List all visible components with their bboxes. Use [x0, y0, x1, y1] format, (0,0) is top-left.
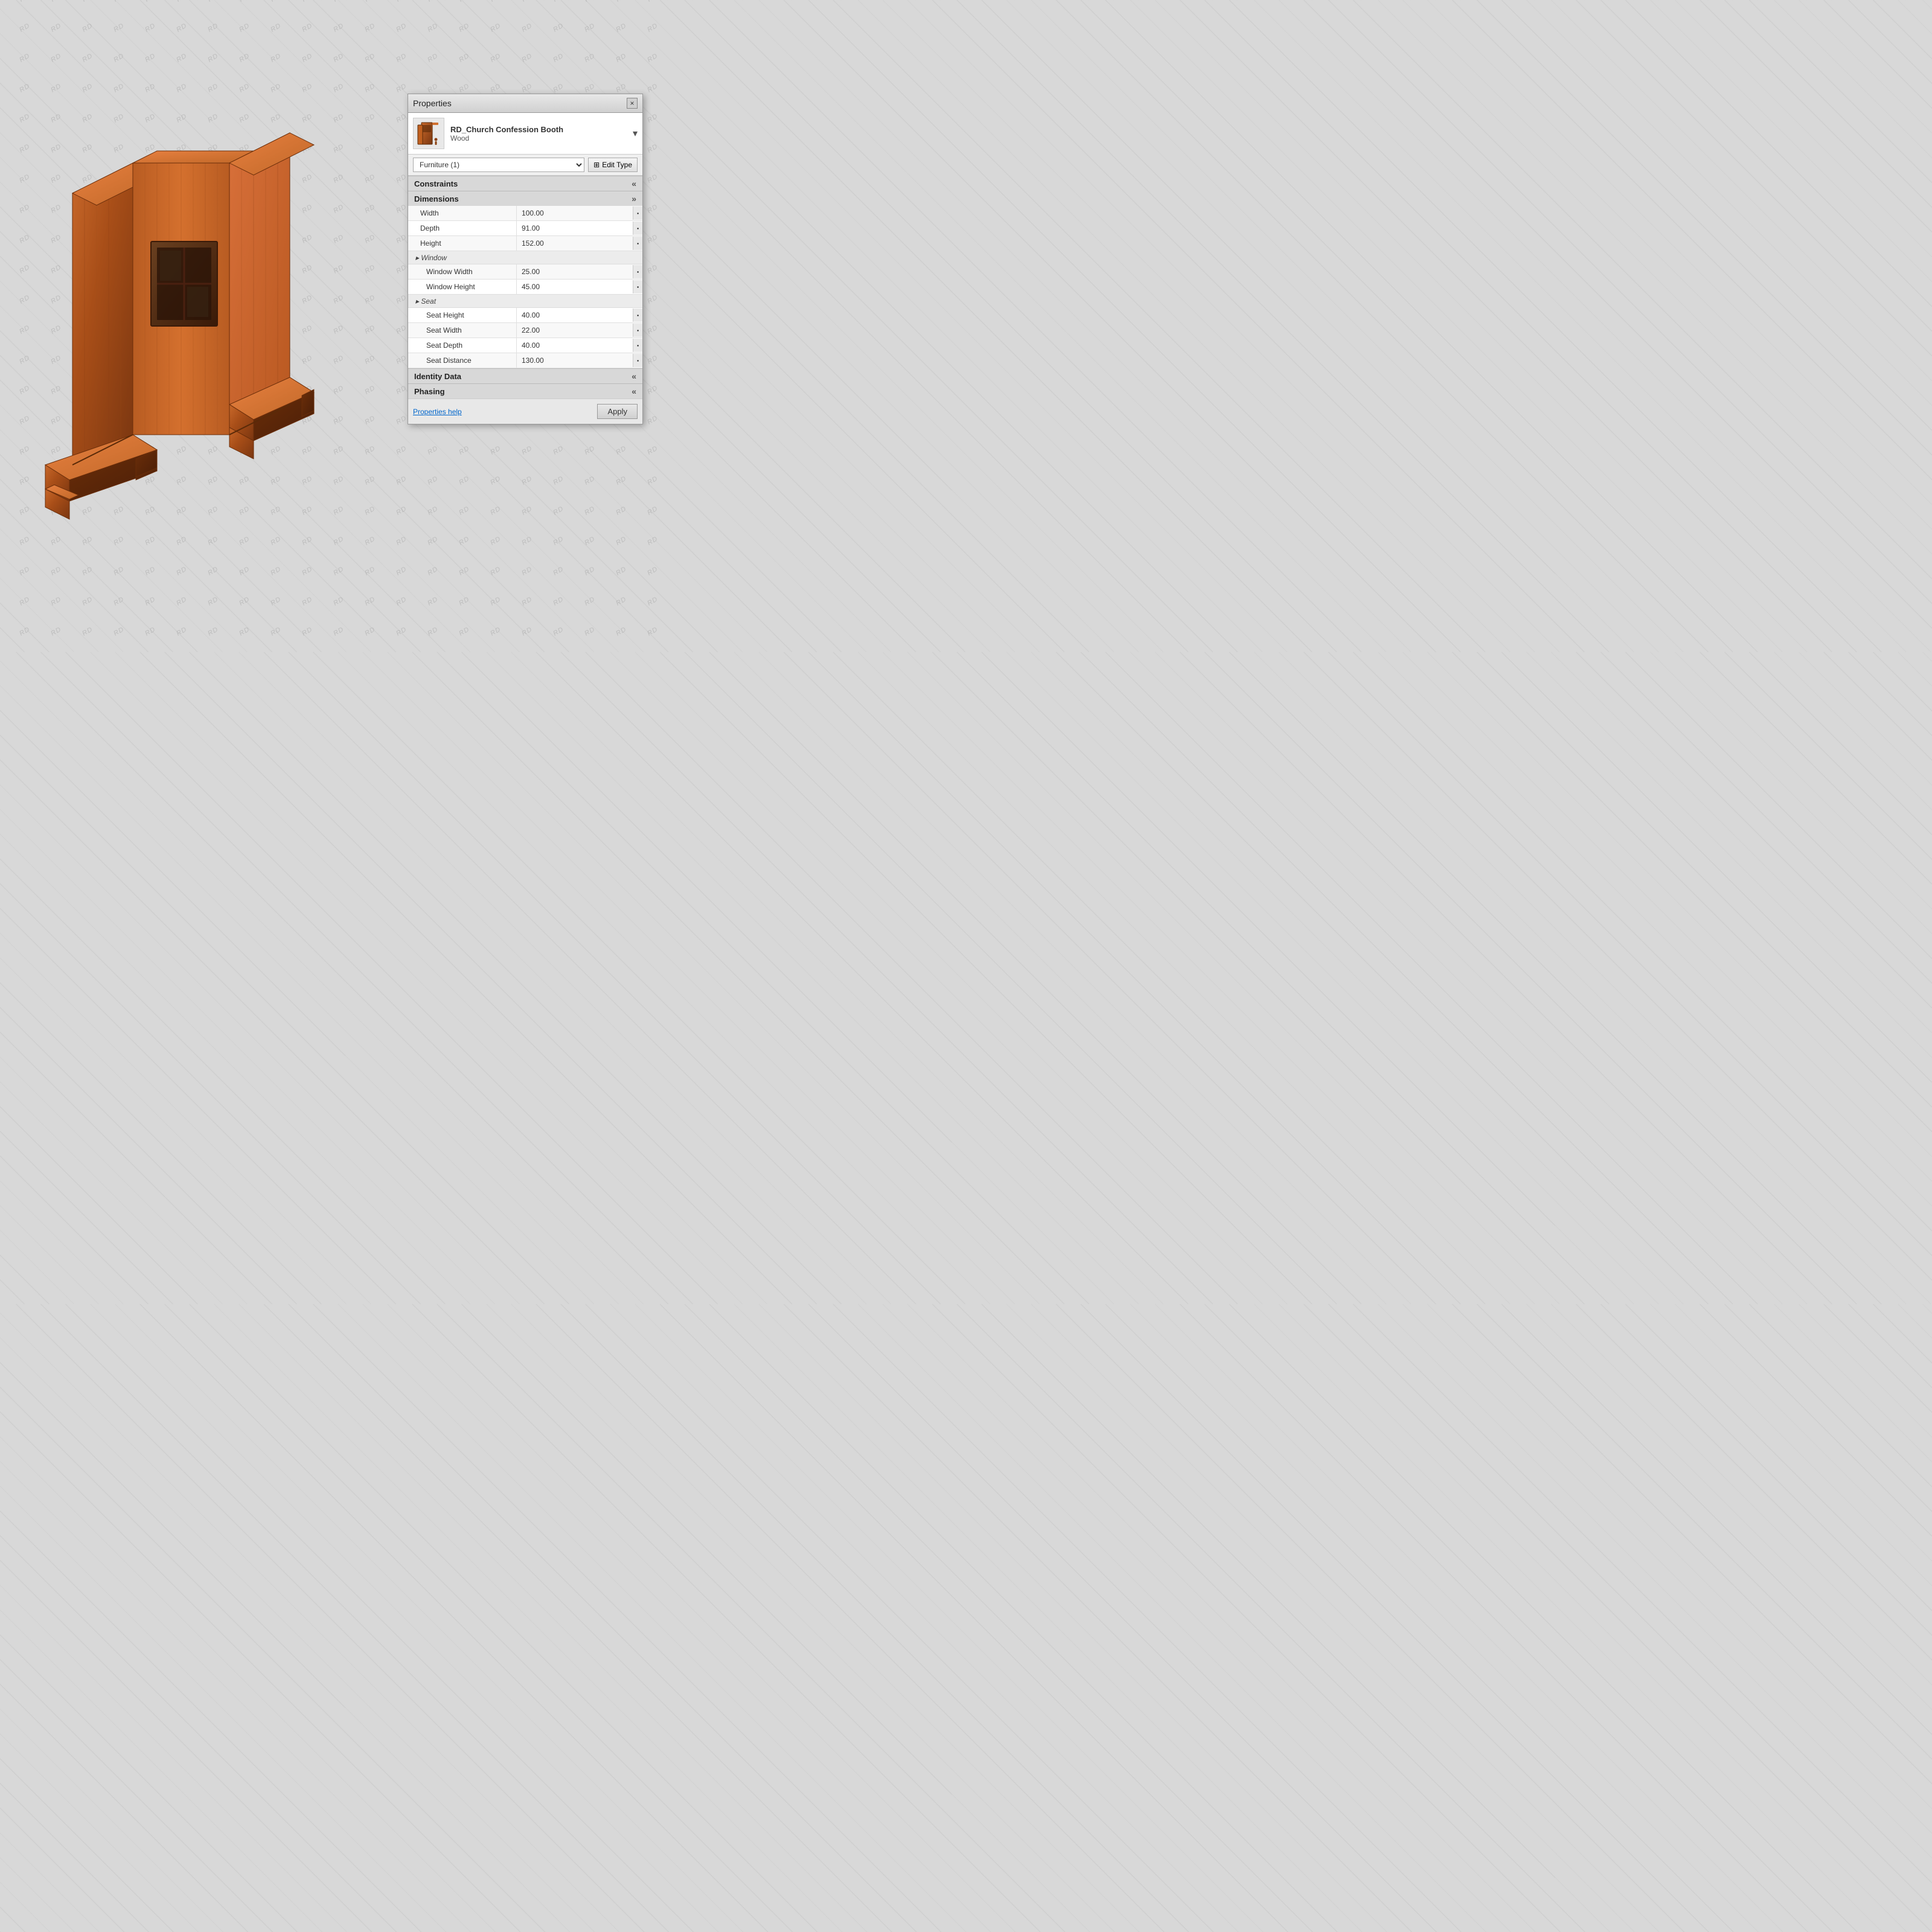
seat-depth-value: 40.00: [517, 339, 633, 351]
panel-footer: Properties help Apply: [408, 398, 642, 424]
property-row-seat-distance: Seat Distance 130.00 ▪: [408, 353, 642, 368]
close-button[interactable]: ×: [627, 98, 638, 109]
dimensions-collapse-icon: »: [632, 194, 636, 203]
seat-distance-edit-btn[interactable]: ▪: [633, 354, 642, 367]
window-width-value: 25.00: [517, 266, 633, 278]
seat-height-edit-btn[interactable]: ▪: [633, 309, 642, 322]
window-width-label: Window Width: [408, 264, 517, 279]
seat-height-value: 40.00: [517, 309, 633, 321]
seat-height-label: Seat Height: [408, 308, 517, 322]
panel-header: RD_Church Confession Booth Wood ▾: [408, 113, 642, 155]
property-row-width: Width 100.00 ▪: [408, 206, 642, 221]
apply-button[interactable]: Apply: [597, 404, 638, 419]
height-edit-btn[interactable]: ▪: [633, 237, 642, 250]
type-dropdown[interactable]: Furniture (1): [413, 158, 584, 172]
type-selector-row: Furniture (1) ⊞ Edit Type: [408, 155, 642, 176]
panel-titlebar[interactable]: Properties ×: [408, 94, 642, 113]
seat-width-value: 22.00: [517, 324, 633, 336]
dimensions-label: Dimensions: [414, 194, 459, 203]
item-name-sub: Wood: [450, 134, 627, 142]
edit-type-label: Edit Type: [602, 161, 632, 169]
dimensions-section-header[interactable]: Dimensions »: [408, 191, 642, 206]
properties-panel: Properties ×: [408, 94, 643, 424]
item-dropdown-arrow[interactable]: ▾: [633, 127, 638, 139]
width-edit-btn[interactable]: ▪: [633, 206, 642, 220]
identity-data-section-header[interactable]: Identity Data «: [408, 368, 642, 383]
canvas-area: [0, 0, 362, 652]
window-subsection[interactable]: ▸ Window: [408, 251, 642, 264]
furniture-illustration: [24, 115, 338, 537]
window-width-edit-btn[interactable]: ▪: [633, 265, 642, 278]
property-row-height: Height 152.00 ▪: [408, 236, 642, 251]
property-row-depth: Depth 91.00 ▪: [408, 221, 642, 236]
depth-label: Depth: [408, 221, 517, 235]
identity-data-collapse-icon: «: [632, 371, 636, 381]
height-label: Height: [408, 236, 517, 251]
seat-depth-edit-btn[interactable]: ▪: [633, 339, 642, 352]
edit-type-button[interactable]: ⊞ Edit Type: [588, 158, 638, 172]
item-icon: [413, 118, 444, 149]
window-subsection-label: ▸ Window: [415, 254, 447, 262]
property-row-window-height: Window Height 45.00 ▪: [408, 280, 642, 295]
constraints-section-header[interactable]: Constraints «: [408, 176, 642, 191]
constraints-label: Constraints: [414, 179, 458, 188]
window-height-edit-btn[interactable]: ▪: [633, 280, 642, 293]
width-label: Width: [408, 206, 517, 220]
phasing-label: Phasing: [414, 387, 445, 396]
seat-width-label: Seat Width: [408, 323, 517, 337]
identity-data-label: Identity Data: [414, 372, 461, 381]
item-name-main: RD_Church Confession Booth: [450, 125, 627, 134]
phasing-collapse-icon: «: [632, 386, 636, 396]
seat-width-edit-btn[interactable]: ▪: [633, 324, 642, 337]
panel-title: Properties: [413, 98, 452, 108]
seat-subsection[interactable]: ▸ Seat: [408, 295, 642, 308]
seat-subsection-label: ▸ Seat: [415, 297, 436, 305]
item-name: RD_Church Confession Booth Wood: [450, 125, 627, 142]
depth-value: 91.00: [517, 222, 633, 234]
window-height-label: Window Height: [408, 280, 517, 294]
height-value: 152.00: [517, 237, 633, 249]
edit-type-icon: ⊞: [593, 161, 600, 169]
window-height-value: 45.00: [517, 281, 633, 293]
constraints-collapse-icon: «: [632, 179, 636, 188]
depth-edit-btn[interactable]: ▪: [633, 222, 642, 235]
property-row-seat-width: Seat Width 22.00 ▪: [408, 323, 642, 338]
seat-distance-value: 130.00: [517, 354, 633, 366]
property-row-window-width: Window Width 25.00 ▪: [408, 264, 642, 280]
property-row-seat-height: Seat Height 40.00 ▪: [408, 308, 642, 323]
phasing-section-header[interactable]: Phasing «: [408, 383, 642, 398]
properties-help-link[interactable]: Properties help: [413, 408, 462, 416]
seat-depth-label: Seat Depth: [408, 338, 517, 353]
seat-distance-label: Seat Distance: [408, 353, 517, 368]
width-value: 100.00: [517, 207, 633, 219]
property-row-seat-depth: Seat Depth 40.00 ▪: [408, 338, 642, 353]
